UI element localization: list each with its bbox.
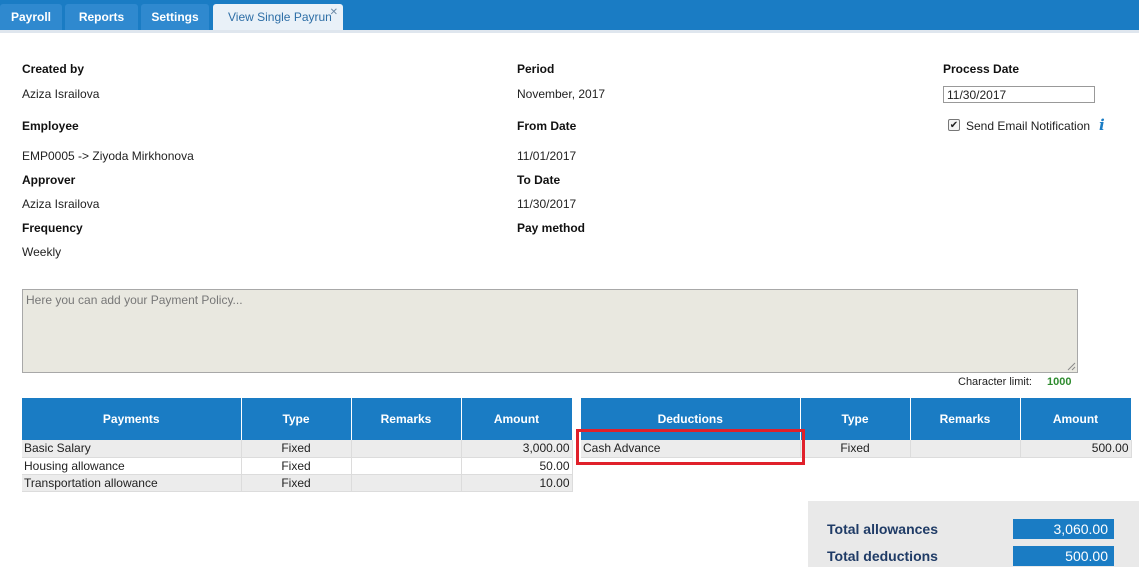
tab-label: View Single Payrun (228, 10, 332, 24)
tab-payroll[interactable]: Payroll (0, 4, 62, 30)
total-allowances-label: Total allowances (827, 521, 938, 537)
send-email-label: Send Email Notification (966, 119, 1091, 133)
payment-amount: 50.00 (461, 457, 573, 475)
payment-type: Fixed (241, 440, 352, 458)
tab-label: Payroll (10, 10, 52, 24)
deduction-remarks (910, 440, 1021, 458)
type-col-header: Type (800, 398, 911, 440)
type-col-header: Type (241, 398, 352, 440)
send-email-checkbox[interactable]: ✔ (948, 119, 960, 131)
total-deductions-label: Total deductions (827, 548, 938, 564)
tab-underline (0, 30, 1139, 33)
process-date-input[interactable] (943, 86, 1095, 103)
frequency-label: Frequency (22, 221, 83, 235)
table-row[interactable]: Housing allowance Fixed 50.00 (22, 457, 573, 475)
payment-remarks (351, 457, 462, 475)
payment-amount: 3,000.00 (461, 440, 573, 458)
resize-grip-icon[interactable] (1067, 362, 1076, 371)
deductions-table: Deductions Type Remarks Amount Cash Adva… (581, 398, 1132, 458)
tab-settings[interactable]: Settings (141, 4, 209, 30)
table-row[interactable]: Basic Salary Fixed 3,000.00 (22, 440, 573, 458)
payments-table: Payments Type Remarks Amount Basic Salar… (22, 398, 573, 492)
employee-label: Employee (22, 119, 79, 133)
to-date-value: 11/30/2017 (517, 197, 577, 211)
deduction-amount: 500.00 (1020, 440, 1132, 458)
payment-policy-placeholder: Here you can add your Payment Policy... (26, 293, 243, 307)
created-by-value: Aziza Israilova (22, 87, 100, 101)
from-date-value: 11/01/2017 (517, 149, 577, 163)
payment-remarks (351, 474, 462, 492)
total-deductions-value: 500.00 (1013, 546, 1114, 566)
char-limit-label: Character limit: (958, 376, 1032, 388)
amount-col-header: Amount (461, 398, 573, 440)
payment-remarks (351, 440, 462, 458)
payment-amount: 10.00 (461, 474, 573, 492)
payment-name: Housing allowance (22, 457, 242, 475)
payment-policy-textarea[interactable]: Here you can add your Payment Policy... (22, 289, 1078, 373)
payment-name: Transportation allowance (22, 474, 242, 492)
approver-label: Approver (22, 173, 76, 187)
tab-reports[interactable]: Reports (65, 4, 138, 30)
to-date-label: To Date (517, 173, 561, 187)
info-icon[interactable]: i (1099, 117, 1111, 133)
frequency-value: Weekly (22, 245, 62, 259)
deduction-name: Cash Advance (581, 440, 801, 458)
payment-type: Fixed (241, 457, 352, 475)
deductions-col-header: Deductions (581, 398, 801, 440)
close-icon[interactable]: ✕ (330, 7, 338, 18)
table-row[interactable]: Transportation allowance Fixed 10.00 (22, 474, 573, 492)
from-date-label: From Date (517, 119, 577, 133)
payments-col-header: Payments (22, 398, 242, 440)
approver-value: Aziza Israilova (22, 197, 100, 211)
tab-label: Reports (78, 10, 125, 24)
created-by-label: Created by (22, 62, 85, 76)
total-allowances-value: 3,060.00 (1013, 519, 1114, 539)
period-label: Period (517, 62, 555, 76)
period-value: November, 2017 (517, 87, 606, 101)
remarks-col-header: Remarks (910, 398, 1021, 440)
payments-header-row: Payments Type Remarks Amount (22, 398, 573, 440)
pay-method-label: Pay method (517, 221, 586, 235)
deduction-type: Fixed (800, 440, 911, 458)
tab-view-single-payrun[interactable]: View Single Payrun ✕ (213, 4, 343, 30)
char-limit-value: 1000 (1047, 376, 1072, 388)
process-date-label: Process Date (943, 62, 1020, 76)
table-row[interactable]: Cash Advance Fixed 500.00 (581, 440, 1132, 458)
tab-label: Settings (151, 10, 199, 24)
amount-col-header: Amount (1020, 398, 1132, 440)
employee-value: EMP0005 -> Ziyoda Mirkhonova (22, 149, 194, 163)
deductions-header-row: Deductions Type Remarks Amount (581, 398, 1132, 440)
remarks-col-header: Remarks (351, 398, 462, 440)
payment-name: Basic Salary (22, 440, 242, 458)
payment-type: Fixed (241, 474, 352, 492)
